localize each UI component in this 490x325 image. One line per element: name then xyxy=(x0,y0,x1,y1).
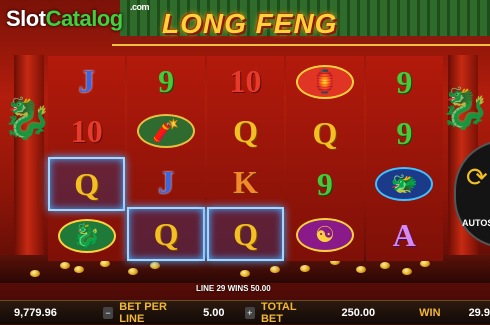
site-logo: SlotCatalog .com xyxy=(6,2,150,32)
reel-cell: 🏮 xyxy=(286,56,363,107)
reel-3: 10 Q K Q xyxy=(206,56,285,261)
reel-cell: J xyxy=(127,157,204,207)
card-symbol: 9 xyxy=(316,166,333,203)
gold-coin-decoration xyxy=(356,266,366,273)
reel-cell: 9 xyxy=(366,56,443,107)
bet-increase-button[interactable]: + xyxy=(244,306,255,319)
gold-coin-decoration xyxy=(30,270,40,277)
win-label: WIN xyxy=(419,306,441,319)
golden-dragon-right: 🐉 xyxy=(440,87,490,131)
gold-coin-decoration xyxy=(128,268,138,275)
card-symbol: Q xyxy=(153,215,179,252)
bet-decrease-button[interactable]: − xyxy=(102,306,114,319)
left-pillar xyxy=(14,55,44,255)
card-symbol: Q xyxy=(233,215,258,252)
lantern-fan-symbol: 🏮 xyxy=(295,64,354,99)
reel-cell: Q xyxy=(127,206,205,261)
bet-per-line-label: BET PER LINE xyxy=(119,300,167,325)
gold-coin-decoration xyxy=(420,260,430,267)
reel-cell: Q xyxy=(48,156,126,211)
gold-coin-decoration xyxy=(60,262,70,269)
dragon-orb-symbol: 🐲 xyxy=(375,167,434,202)
reel-2: 9 🧨 J Q xyxy=(127,56,205,261)
golden-dragon-left: 🐉 xyxy=(2,97,52,141)
reel-cell: 10 xyxy=(48,106,125,156)
logo-slot-text: Slot xyxy=(6,6,46,31)
card-symbol: J xyxy=(78,63,95,100)
game-title: LONG FENG xyxy=(162,8,338,39)
reel-cell: 9 xyxy=(286,159,363,210)
total-bet-value: 250.00 xyxy=(341,306,376,319)
card-symbol: 10 xyxy=(70,113,103,150)
card-symbol: J xyxy=(158,163,175,200)
win-line-text: LINE 29 WINS 50.00 xyxy=(196,284,271,293)
card-symbol: 9 xyxy=(396,114,413,151)
autospin-label: AUTOS xyxy=(462,218,490,228)
reel-cell: 🐲 xyxy=(366,159,443,210)
reel-cell: 9 xyxy=(127,56,204,106)
reel-cell: A xyxy=(366,210,443,261)
gold-coin-decoration xyxy=(380,262,390,269)
balance-value: 9,779.96 xyxy=(14,306,57,319)
reel-1: J 10 Q 🐉 xyxy=(48,56,126,261)
reel-cell: J xyxy=(48,56,125,106)
gold-coin-decoration xyxy=(150,262,160,269)
win-value: 29.9 xyxy=(468,306,490,319)
reel-5: 9 9 🐲 A xyxy=(365,56,444,261)
reel-cell: 🧨 xyxy=(127,106,204,156)
reel-grid: J 10 Q 🐉 9 🧨 J Q 10 Q K Q 🏮 Q 9 ☯ 9 9 🐲 A xyxy=(48,56,444,261)
reel-cell: Q xyxy=(286,107,363,158)
card-symbol: 9 xyxy=(158,63,175,100)
card-symbol: 9 xyxy=(396,63,413,100)
reel-4: 🏮 Q 9 ☯ xyxy=(286,56,364,261)
logo-com-text: .com xyxy=(130,2,150,12)
gold-coin-decoration xyxy=(240,270,250,277)
gold-coin-decoration xyxy=(74,266,84,273)
coin-symbol: ☯ xyxy=(295,218,354,253)
bottom-bar: 9,779.96 − BET PER LINE 5.00 + TOTAL BET… xyxy=(0,300,490,325)
drum-symbol: 🐉 xyxy=(57,218,116,253)
bet-per-line-value: 5.00 xyxy=(203,306,225,319)
card-symbol: Q xyxy=(233,113,258,150)
total-bet-label: TOTAL BET xyxy=(260,300,297,325)
firecracker-symbol: 🧨 xyxy=(137,114,196,149)
reel-cell: 🐉 xyxy=(48,211,125,261)
card-symbol: 10 xyxy=(229,63,262,100)
gold-coin-decoration xyxy=(300,265,310,272)
logo-catalog-text: Catalog xyxy=(45,6,124,31)
gold-coin-decoration xyxy=(402,268,412,275)
reel-cell: ☯ xyxy=(286,210,363,261)
card-symbol: A xyxy=(392,217,416,254)
card-symbol: Q xyxy=(312,114,338,151)
reel-cell: K xyxy=(207,157,284,207)
reel-cell: Q xyxy=(206,206,285,261)
card-symbol: Q xyxy=(74,165,100,202)
card-symbol: K xyxy=(233,163,258,200)
gold-coin-decoration xyxy=(100,260,110,267)
autospin-arrows-icon: ⟳ xyxy=(466,162,488,192)
reel-cell: Q xyxy=(207,106,284,156)
gold-coin-decoration xyxy=(270,266,280,273)
reel-cell: 9 xyxy=(366,107,443,158)
reel-cell: 10 xyxy=(207,56,284,106)
